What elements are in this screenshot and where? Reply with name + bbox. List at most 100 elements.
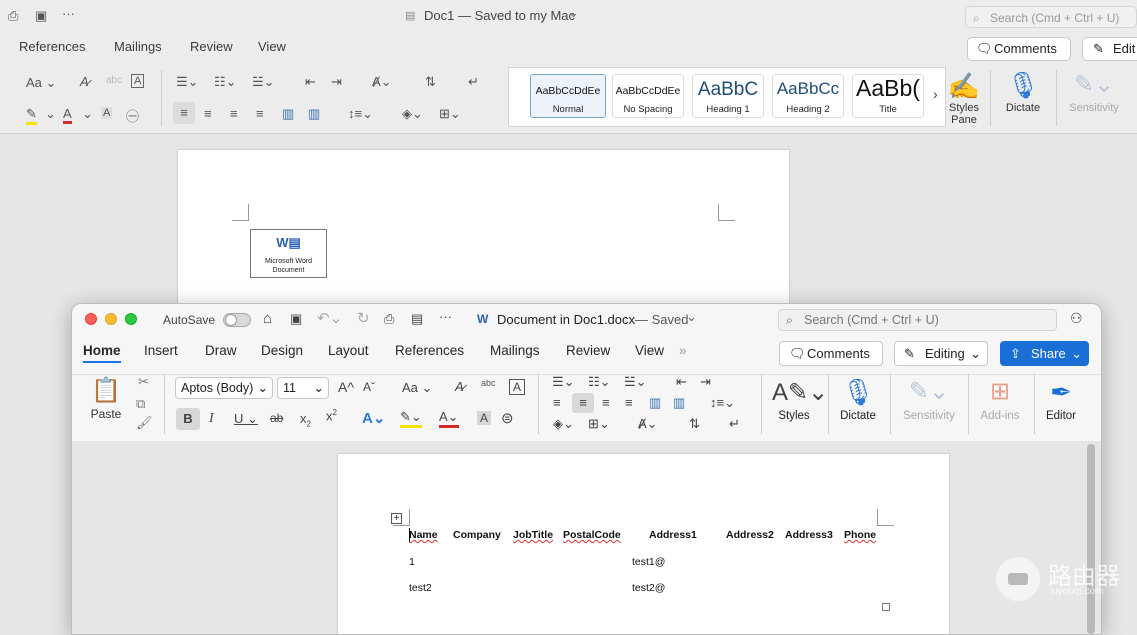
show-marks-icon[interactable]: ↵ (468, 74, 479, 90)
sensitivity-button[interactable]: ✎⌄ Sensitivity (898, 374, 960, 422)
tab-view[interactable]: View (635, 343, 664, 358)
comments-button[interactable]: 🗨 Comments (779, 341, 883, 366)
table-header-cell[interactable]: Phone (844, 529, 876, 541)
text-direction-icon[interactable]: Ⱥ⌄ (372, 74, 392, 90)
decrease-indent-icon[interactable]: ⇤ (676, 374, 687, 390)
table-header-cell[interactable]: Address2 (726, 529, 774, 541)
decrease-indent-icon[interactable]: ⇤ (305, 74, 316, 90)
styles-button[interactable]: A✎⌄ Styles (772, 376, 828, 422)
sort-icon[interactable]: ⇅ (689, 416, 700, 432)
search-input[interactable]: ⌕ Search (Cmd + Ctrl + U) (778, 309, 1057, 331)
tab-references[interactable]: References (395, 343, 464, 358)
chevron-down-icon[interactable]: ⌄ (45, 106, 56, 122)
tab-insert[interactable]: Insert (144, 343, 178, 358)
chevron-down-icon[interactable]: ⌄ (82, 106, 93, 122)
table-resize-handle[interactable] (882, 603, 890, 611)
subscript-button[interactable]: x2 (300, 411, 311, 429)
table-cell[interactable]: test2@ (632, 582, 665, 594)
style-no-spacing[interactable]: AaBbCcDdEe No Spacing (612, 74, 684, 118)
editing-button[interactable]: ✎ Editing ⌄ (894, 341, 988, 366)
embedded-word-object[interactable]: W▤ Microsoft Word Document (250, 229, 327, 278)
enclose-char-icon[interactable]: ⊜ (501, 409, 514, 427)
justify-icon[interactable]: ≡ (256, 106, 264, 121)
close-button[interactable] (85, 313, 97, 325)
style-normal[interactable]: AaBbCcDdEe Normal (530, 74, 606, 118)
save-as-icon[interactable]: ▤ (411, 311, 423, 327)
borders-icon[interactable]: ⊞⌄ (588, 416, 610, 432)
superscript-button[interactable]: x2 (326, 408, 337, 423)
clear-formatting-icon[interactable]: A̷ (80, 74, 89, 89)
bg-dictate-button[interactable]: 🎙 Dictate (1001, 68, 1045, 114)
strikethrough-button[interactable]: ab (270, 411, 283, 425)
table-header-cell[interactable]: Address3 (785, 529, 833, 541)
more-icon[interactable]: ··· (62, 6, 75, 21)
align-left-icon[interactable]: ≡ (173, 102, 195, 124)
redo-icon[interactable]: ↻ (357, 309, 370, 327)
highlight-icon[interactable]: ✎ (26, 106, 37, 125)
numbering-icon[interactable]: ☷⌄ (588, 374, 611, 390)
enclose-char-icon[interactable]: ㊀ (126, 106, 139, 125)
distributed-icon[interactable]: ▥ (282, 106, 294, 122)
dictate-button[interactable]: 🎙 Dictate (836, 374, 880, 422)
increase-indent-icon[interactable]: ⇥ (331, 74, 342, 90)
table-cell[interactable]: test1@ (632, 556, 665, 568)
char-border-icon[interactable]: A (131, 74, 145, 88)
bold-button[interactable]: B (176, 408, 200, 430)
line-spacing-icon[interactable]: ↕≡⌄ (348, 106, 373, 122)
more-icon[interactable]: ··· (439, 309, 452, 324)
table-header-cell[interactable]: PostalCode (563, 529, 621, 541)
more-tabs-icon[interactable]: » (679, 343, 687, 358)
multilevel-list-icon[interactable]: ☱⌄ (252, 74, 275, 90)
grow-font-icon[interactable]: A^ (338, 379, 354, 395)
bullets-icon[interactable]: ☰⌄ (552, 374, 575, 390)
vertical-scrollbar[interactable] (1087, 444, 1095, 634)
bullets-icon[interactable]: ☰⌄ (176, 74, 199, 90)
font-color-icon[interactable]: A (63, 106, 72, 124)
columns-icon[interactable]: ▥ (308, 106, 320, 122)
save-icon[interactable]: ▣ (35, 8, 47, 24)
autosave-toggle[interactable] (223, 313, 251, 327)
undo-icon[interactable]: ↶⌄ (317, 309, 342, 327)
numbering-icon[interactable]: ☷⌄ (214, 74, 237, 90)
highlight-icon[interactable]: ✎⌄ (400, 409, 422, 428)
columns-icon[interactable]: ▥ (673, 395, 685, 411)
phonetic-guide-icon[interactable]: abc (481, 378, 496, 388)
zoom-button[interactable] (125, 313, 137, 325)
print-icon[interactable]: ⎙ (8, 8, 18, 24)
justify-icon[interactable]: ≡ (625, 395, 633, 410)
bg-search-input[interactable]: ⌕ Search (Cmd + Ctrl + U) (965, 6, 1137, 28)
styles-pane-button[interactable]: ✍ Styles Pane (946, 70, 982, 126)
multilevel-list-icon[interactable]: ☱⌄ (624, 374, 647, 390)
home-icon[interactable]: ⌂ (263, 310, 272, 327)
change-case-icon[interactable]: Aa ⌄ (402, 380, 432, 396)
table-header-cell[interactable]: JobTitle (513, 529, 553, 541)
tab-home[interactable]: Home (83, 343, 121, 363)
chevron-down-icon[interactable]: ⌄ (686, 309, 697, 325)
align-center-icon[interactable]: ≡ (204, 106, 212, 121)
paste-button[interactable]: 📋 Paste (86, 375, 126, 421)
font-name-select[interactable]: Aptos (Body) ⌄ (175, 377, 273, 399)
copy-icon[interactable]: ⧉ (136, 396, 145, 412)
show-marks-icon[interactable]: ↵ (729, 416, 740, 432)
minimize-button[interactable] (105, 313, 117, 325)
bg-sensitivity-button[interactable]: ✎⌄ Sensitivity (1064, 68, 1124, 114)
align-left-icon[interactable]: ≡ (553, 395, 561, 410)
cut-icon[interactable]: ✂ (138, 374, 149, 390)
align-center-icon[interactable]: ≡ (572, 393, 594, 413)
italic-button[interactable]: I (209, 411, 214, 427)
add-ins-button[interactable]: ⊞ Add-ins (975, 374, 1025, 422)
tab-layout[interactable]: Layout (328, 343, 369, 358)
bg-comments-button[interactable]: 🗨 Comments (967, 37, 1071, 61)
shading-icon[interactable]: A (477, 411, 492, 425)
style-heading-1[interactable]: AaBbC Heading 1 (692, 74, 764, 118)
bg-tab-mailings[interactable]: Mailings (114, 39, 162, 54)
tab-design[interactable]: Design (261, 343, 303, 358)
bg-tab-view[interactable]: View (258, 39, 286, 54)
style-heading-2[interactable]: AaBbCc Heading 2 (772, 74, 844, 118)
char-border-icon[interactable]: A (509, 379, 526, 395)
tab-draw[interactable]: Draw (205, 343, 237, 358)
style-title[interactable]: AaBb( Title (852, 74, 924, 118)
table-header-cell[interactable]: Address1 (649, 529, 697, 541)
change-case-icon[interactable]: Aa ⌄ (26, 75, 56, 91)
share-settings-icon[interactable]: ⚇ (1070, 310, 1083, 327)
